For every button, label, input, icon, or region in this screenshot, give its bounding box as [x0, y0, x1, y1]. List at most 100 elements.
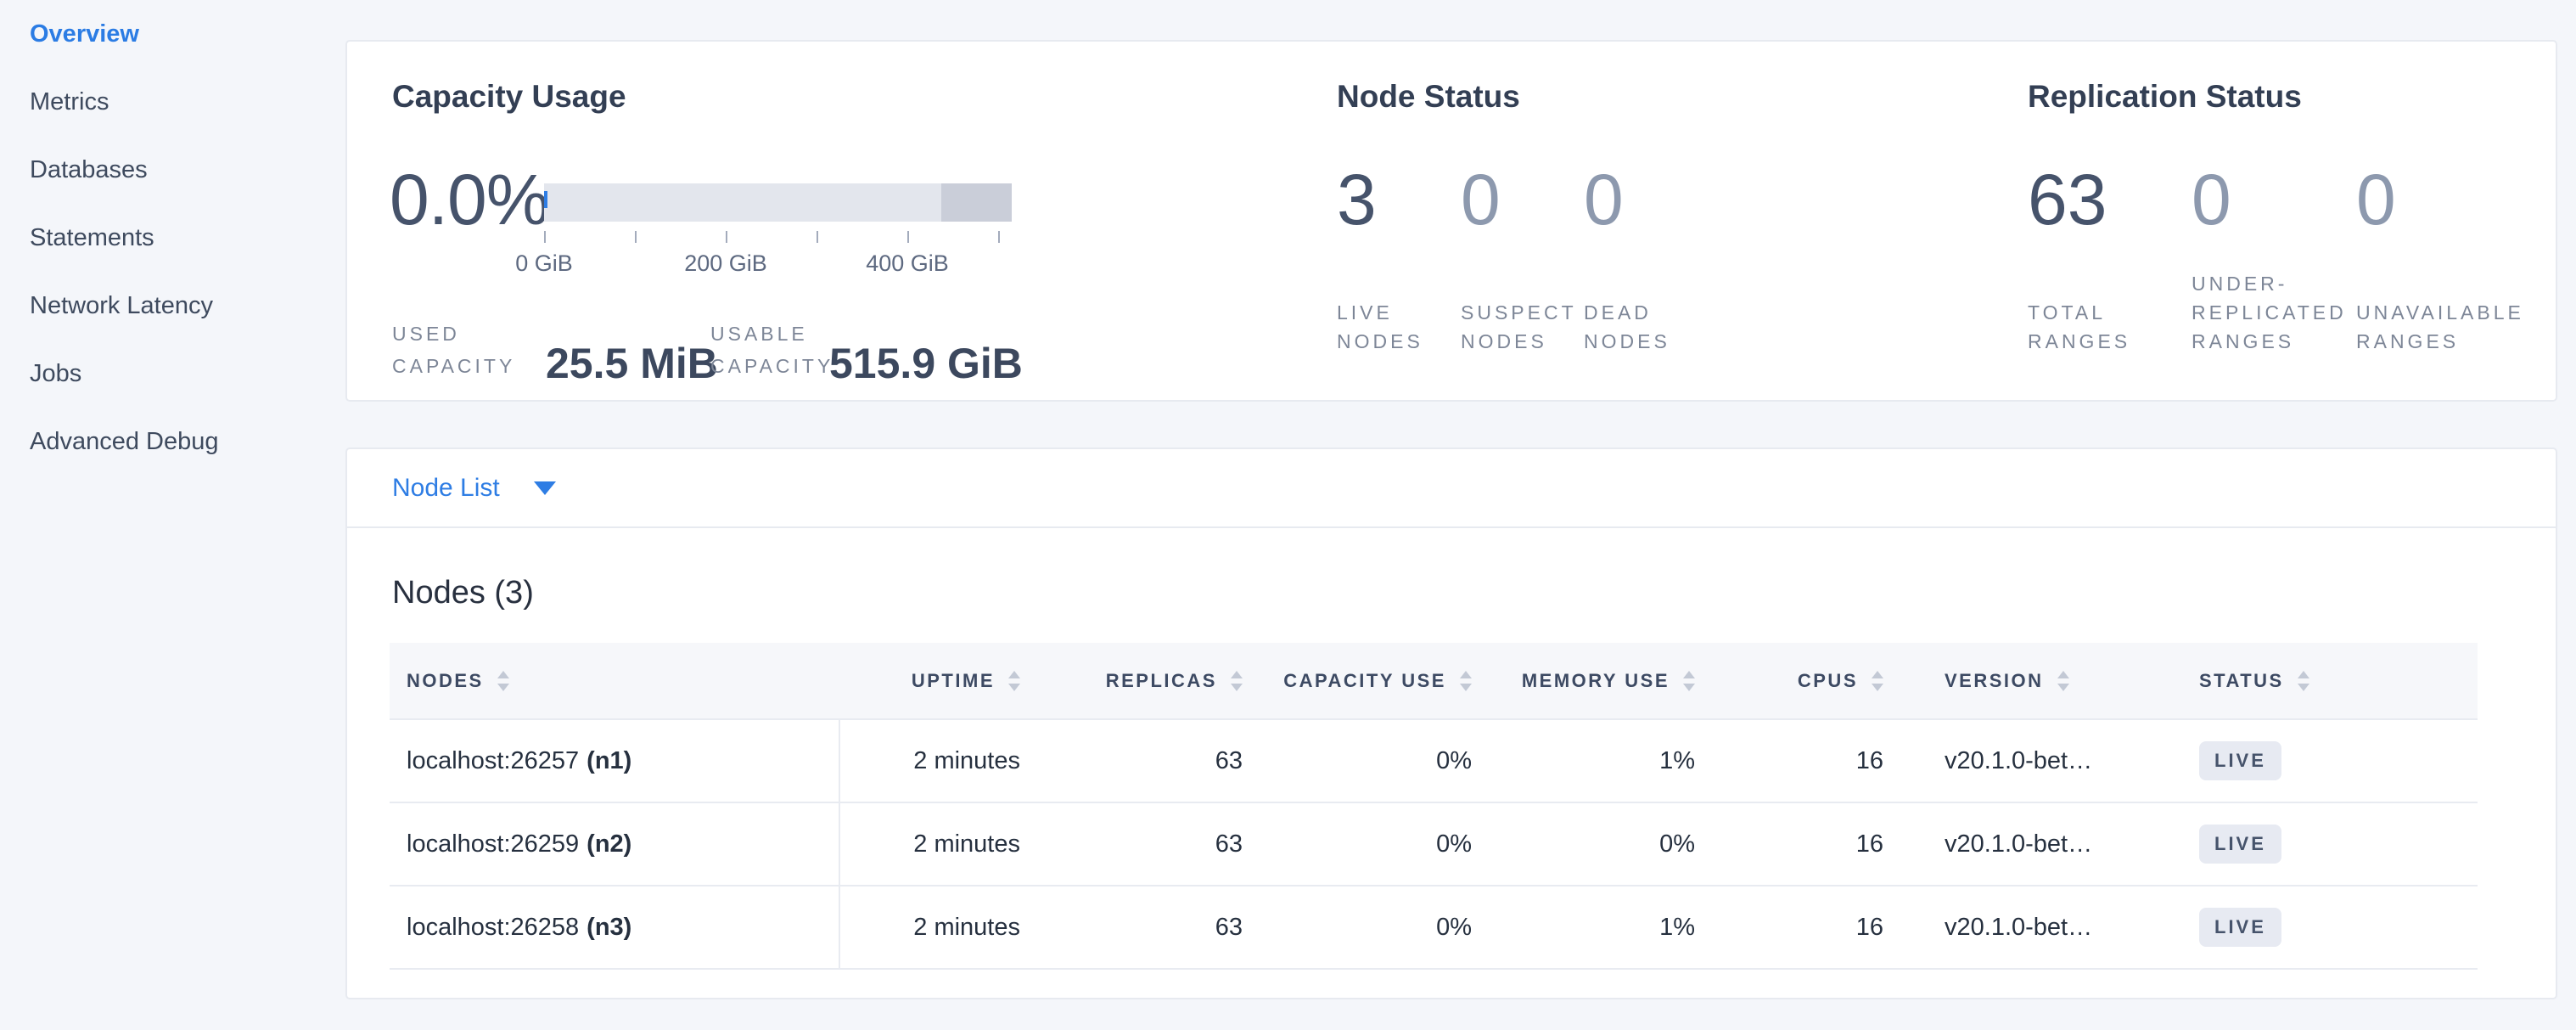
- uptime-cell: 2 minutes: [839, 719, 1020, 802]
- uptime-cell: 2 minutes: [839, 886, 1020, 969]
- axis-tick: [544, 231, 546, 243]
- sort-icon: [2298, 671, 2309, 691]
- version-cell: v20.1.0-bet…: [1883, 802, 2138, 886]
- status-badge: LIVE: [2199, 741, 2281, 780]
- sidebar-item-statements[interactable]: Statements: [30, 204, 335, 272]
- column-header-memory-use[interactable]: MEMORY USE: [1472, 643, 1695, 719]
- sidebar-item-databases[interactable]: Databases: [30, 136, 335, 204]
- total-ranges-label: TOTAL RANGES: [2028, 298, 2176, 356]
- memory-use-cell: 0%: [1472, 802, 1695, 886]
- column-header-replicas[interactable]: REPLICAS: [1020, 643, 1243, 719]
- live-nodes-value: 3: [1337, 159, 1451, 240]
- status-cell: LIVE: [2138, 802, 2478, 886]
- capacity-bar: [544, 183, 1012, 222]
- view-dropdown-label: Node List: [392, 474, 500, 503]
- view-dropdown[interactable]: Node List: [347, 449, 2556, 528]
- table-row[interactable]: localhost:26258(n3) 2 minutes 63 0% 1% 1…: [390, 886, 2478, 969]
- cpus-cell: 16: [1695, 886, 1883, 969]
- node-list-card: Node List Nodes (3) NODES UPTIME REPLI: [345, 447, 2557, 999]
- status-badge: LIVE: [2199, 908, 2281, 947]
- version-cell: v20.1.0-bet…: [1883, 719, 2138, 802]
- under-replicated-ranges-label: UNDER-REPLICATED RANGES: [2192, 269, 2351, 356]
- status-badge: LIVE: [2199, 825, 2281, 864]
- sidebar-item-network-latency[interactable]: Network Latency: [30, 272, 335, 340]
- used-capacity-value: 25.5 MiB: [546, 341, 718, 386]
- axis-tick: [907, 231, 909, 243]
- sidebar: Overview Metrics Databases Statements Ne…: [30, 0, 335, 476]
- memory-use-cell: 1%: [1472, 719, 1695, 802]
- status-cell: LIVE: [2138, 719, 2478, 802]
- capacity-use-cell: 0%: [1243, 886, 1472, 969]
- sort-icon: [1872, 671, 1883, 691]
- capacity-used-percent: 0.0%: [390, 149, 548, 250]
- replicas-cell: 63: [1020, 802, 1243, 886]
- dead-nodes-value: 0: [1584, 159, 1698, 240]
- sort-icon: [497, 671, 509, 691]
- capacity-bar-reserved-segment: [941, 183, 1012, 222]
- under-replicated-ranges-value: 0: [2192, 159, 2351, 240]
- unavailable-ranges-label: UNAVAILABLE RANGES: [2356, 298, 2530, 356]
- usable-capacity-label: USABLE CAPACITY: [710, 318, 838, 382]
- axis-tick: [998, 231, 1000, 243]
- column-header-uptime[interactable]: UPTIME: [839, 643, 1020, 719]
- total-ranges-stat: 63 TOTAL RANGES: [2028, 159, 2176, 356]
- axis-label-400: 400 GiB: [866, 250, 949, 277]
- uptime-cell: 2 minutes: [839, 802, 1020, 886]
- sort-icon: [1231, 671, 1243, 691]
- axis-tick: [726, 231, 727, 243]
- nodes-heading: Nodes (3): [392, 575, 534, 611]
- suspect-nodes-label: SUSPECT NODES: [1461, 298, 1580, 356]
- status-cell: LIVE: [2138, 886, 2478, 969]
- column-header-cpus[interactable]: CPUS: [1695, 643, 1883, 719]
- sidebar-item-jobs[interactable]: Jobs: [30, 340, 335, 408]
- axis-tick: [817, 231, 818, 243]
- axis-label-0: 0 GiB: [515, 250, 573, 277]
- capacity-use-cell: 0%: [1243, 719, 1472, 802]
- capacity-usage-title: Capacity Usage: [392, 79, 626, 115]
- sidebar-item-overview[interactable]: Overview: [30, 0, 335, 68]
- suspect-nodes-stat: 0 SUSPECT NODES: [1461, 159, 1580, 356]
- cpus-cell: 16: [1695, 802, 1883, 886]
- used-capacity-label: USED CAPACITY: [392, 318, 536, 382]
- nodes-table: NODES UPTIME REPLICAS CAPACITY USE MEMOR…: [390, 643, 2478, 970]
- cluster-overview-page: Overview Metrics Databases Statements Ne…: [0, 0, 2576, 1030]
- sort-icon: [1683, 671, 1695, 691]
- node-address-cell: localhost:26259(n2): [390, 802, 839, 886]
- node-status-title: Node Status: [1337, 79, 1520, 115]
- usable-capacity-value: 515.9 GiB: [829, 341, 1023, 386]
- total-ranges-value: 63: [2028, 159, 2176, 240]
- axis-label-200: 200 GiB: [684, 250, 767, 277]
- column-header-capacity-use[interactable]: CAPACITY USE: [1243, 643, 1472, 719]
- under-replicated-ranges-stat: 0 UNDER-REPLICATED RANGES: [2192, 159, 2351, 356]
- version-cell: v20.1.0-bet…: [1883, 886, 2138, 969]
- replication-status-title: Replication Status: [2028, 79, 2302, 115]
- cpus-cell: 16: [1695, 719, 1883, 802]
- capacity-use-cell: 0%: [1243, 802, 1472, 886]
- node-address-cell: localhost:26258(n3): [390, 886, 839, 969]
- sort-icon: [1460, 671, 1472, 691]
- sort-icon: [2057, 671, 2069, 691]
- sidebar-item-advanced-debug[interactable]: Advanced Debug: [30, 408, 335, 476]
- memory-use-cell: 1%: [1472, 886, 1695, 969]
- replicas-cell: 63: [1020, 886, 1243, 969]
- table-header-row: NODES UPTIME REPLICAS CAPACITY USE MEMOR…: [390, 643, 2478, 719]
- live-nodes-stat: 3 LIVE NODES: [1337, 159, 1451, 356]
- unavailable-ranges-value: 0: [2356, 159, 2530, 240]
- capacity-bar-used-indicator: [544, 191, 547, 208]
- column-header-version[interactable]: VERSION: [1883, 643, 2138, 719]
- dead-nodes-label: DEAD NODES: [1584, 298, 1698, 356]
- column-header-nodes[interactable]: NODES: [390, 643, 839, 719]
- sort-icon: [1008, 671, 1020, 691]
- column-header-status[interactable]: STATUS: [2138, 643, 2478, 719]
- cluster-summary-card: Capacity Usage Node Status Replication S…: [345, 40, 2557, 402]
- node-address-cell: localhost:26257(n1): [390, 719, 839, 802]
- table-row[interactable]: localhost:26257(n1) 2 minutes 63 0% 1% 1…: [390, 719, 2478, 802]
- chevron-down-icon: [534, 481, 556, 495]
- axis-tick: [635, 231, 637, 243]
- unavailable-ranges-stat: 0 UNAVAILABLE RANGES: [2356, 159, 2530, 356]
- sidebar-item-metrics[interactable]: Metrics: [30, 68, 335, 136]
- suspect-nodes-value: 0: [1461, 159, 1580, 240]
- replicas-cell: 63: [1020, 719, 1243, 802]
- table-row[interactable]: localhost:26259(n2) 2 minutes 63 0% 0% 1…: [390, 802, 2478, 886]
- dead-nodes-stat: 0 DEAD NODES: [1584, 159, 1698, 356]
